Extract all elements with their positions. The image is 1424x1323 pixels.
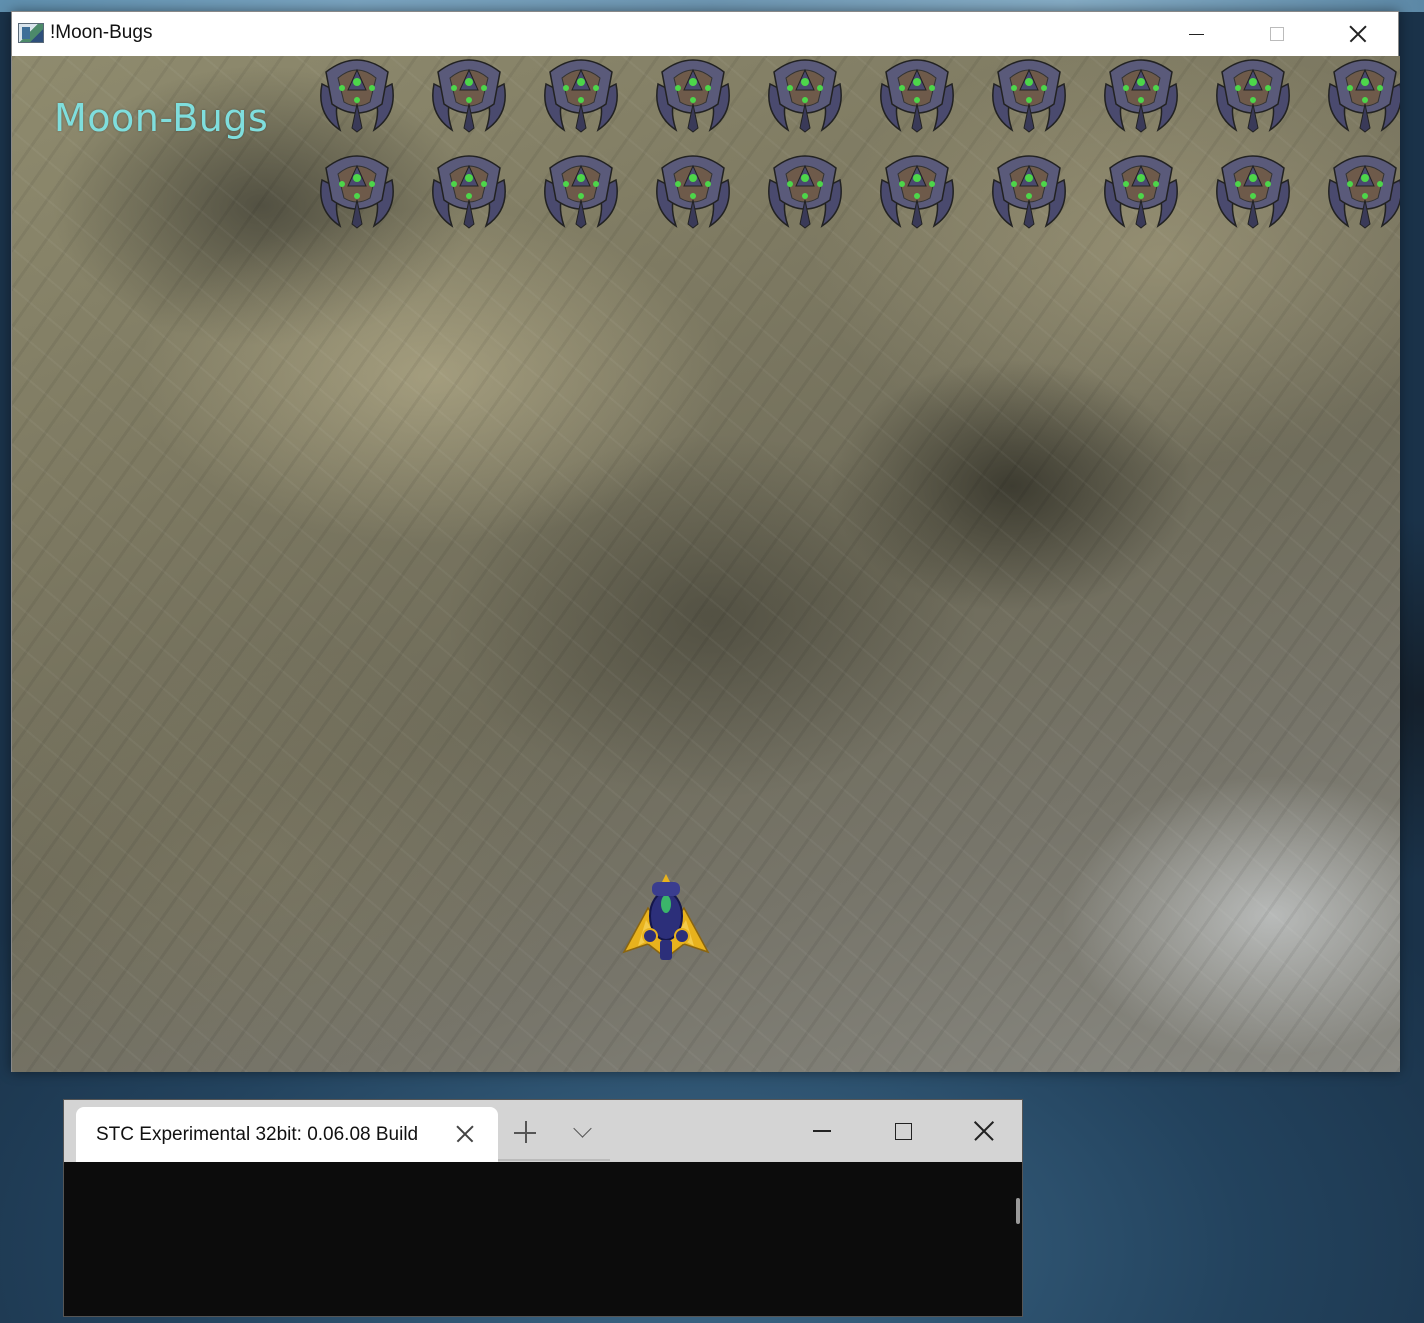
tabbar-divider [498,1159,610,1161]
enemy-bug [1096,140,1186,230]
terminal-minimize-button[interactable] [802,1112,842,1150]
enemy-bug [984,140,1074,230]
enemy-bug [424,140,514,230]
enemy-bug [648,140,738,230]
terminal-tab[interactable]: STC Experimental 32bit: 0.06.08 Build [76,1107,498,1162]
enemy-bug [1208,56,1298,134]
maximize-button[interactable] [1237,12,1317,56]
enemy-bug [536,56,626,134]
enemy-bug [760,56,850,134]
enemy-bug [648,56,738,134]
terminal-maximize-button[interactable] [883,1112,923,1150]
enemy-bug [1208,140,1298,230]
enemy-bug [1320,140,1400,230]
close-icon [975,1122,993,1140]
app-icon [18,23,44,43]
window-title: !Moon-Bugs [50,22,153,43]
terminal-scrollbar[interactable] [1016,1198,1020,1224]
game-window-titlebar[interactable]: !Moon-Bugs [12,12,1398,56]
new-tab-button[interactable] [512,1118,540,1146]
enemy-bug [536,140,626,230]
maximize-icon [894,1122,912,1140]
minimize-icon [1188,33,1204,35]
minimize-button[interactable] [1156,12,1236,56]
enemy-bug [872,140,962,230]
terminal-output[interactable] [64,1162,1022,1316]
terminal-close-button[interactable] [964,1112,1004,1150]
enemy-bug [984,56,1074,134]
player-ship [622,874,710,960]
terminal-window[interactable]: STC Experimental 32bit: 0.06.08 Build [63,1099,1023,1317]
chevron-down-icon[interactable] [570,1116,598,1144]
minimize-icon [813,1130,831,1132]
game-canvas[interactable]: Moon-Bugs [12,56,1400,1072]
close-button[interactable] [1318,12,1398,56]
close-icon [1350,26,1366,42]
terminal-tab-bar: STC Experimental 32bit: 0.06.08 Build [64,1100,1022,1162]
enemy-bug [872,56,962,134]
enemy-bug [312,140,402,230]
game-window[interactable]: !Moon-Bugs Moon-Bugs [11,11,1400,1072]
enemy-bug [424,56,514,134]
terminal-tab-label: STC Experimental 32bit: 0.06.08 Build [96,1124,419,1145]
tab-close-icon[interactable] [457,1126,473,1142]
maximize-icon [1270,27,1284,41]
enemy-bug [312,56,402,134]
enemy-bug [1096,56,1186,134]
enemy-bug [1320,56,1400,134]
enemy-bug [760,140,850,230]
